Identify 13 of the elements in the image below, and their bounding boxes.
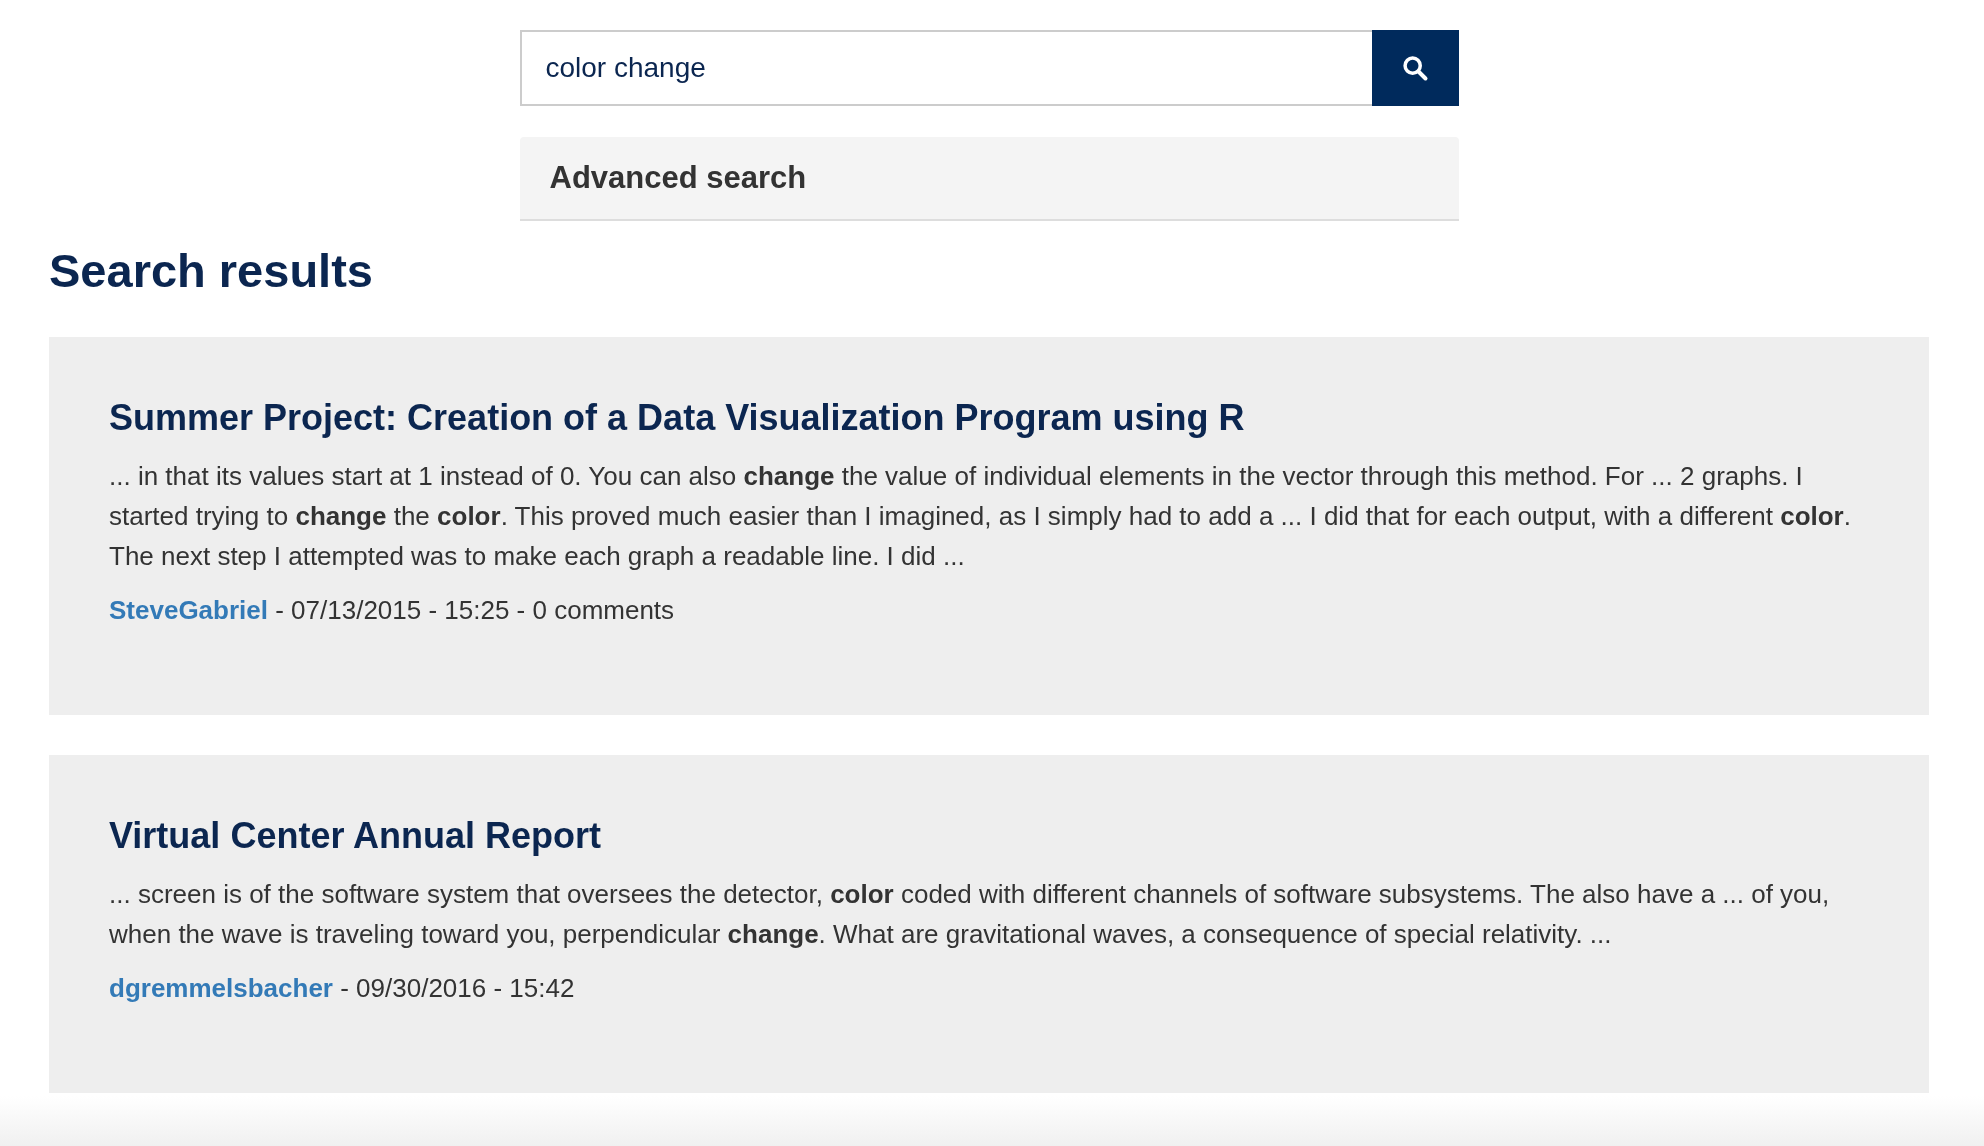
author-link[interactable]: SteveGabriel	[109, 595, 268, 626]
search-icon	[1401, 54, 1429, 82]
result-title-link[interactable]: Summer Project: Creation of a Data Visualization Program using R	[109, 395, 1245, 443]
page-heading: Search results	[49, 243, 374, 299]
result-title-link[interactable]: Virtual Center Annual Report	[109, 813, 602, 861]
result-snippet: ... screen is of the software system that oversees the detector, color coded with different channels of software subsystems. The also have a ... of you, when the wave is traveling toward you, perpendicular change. What are gravitational waves, a consequence of special relativity. ...	[109, 878, 1831, 952]
search-button[interactable]	[1371, 30, 1459, 106]
author-link[interactable]: dgremmelsbacher	[109, 973, 333, 1004]
post-details: - 09/30/2016 - 15:42	[339, 973, 575, 1004]
search-field[interactable]: color change	[519, 30, 1372, 106]
advanced-search-toggle[interactable]: Advanced search	[519, 137, 1459, 221]
post-details: - 07/13/2015 - 15:25 - 0 comments	[274, 595, 675, 626]
result-snippet: ... in that its values start at 1 instead of 0. You can also change the value of individual elements in the vector through this method. For ... 2 graphs. I started trying to change the color. This proved much easier than I imagined, as I simply had to add a ... I did that for each output, with a different color. The next step I attempted was to make each graph a readable line. I did ...	[109, 460, 1852, 574]
